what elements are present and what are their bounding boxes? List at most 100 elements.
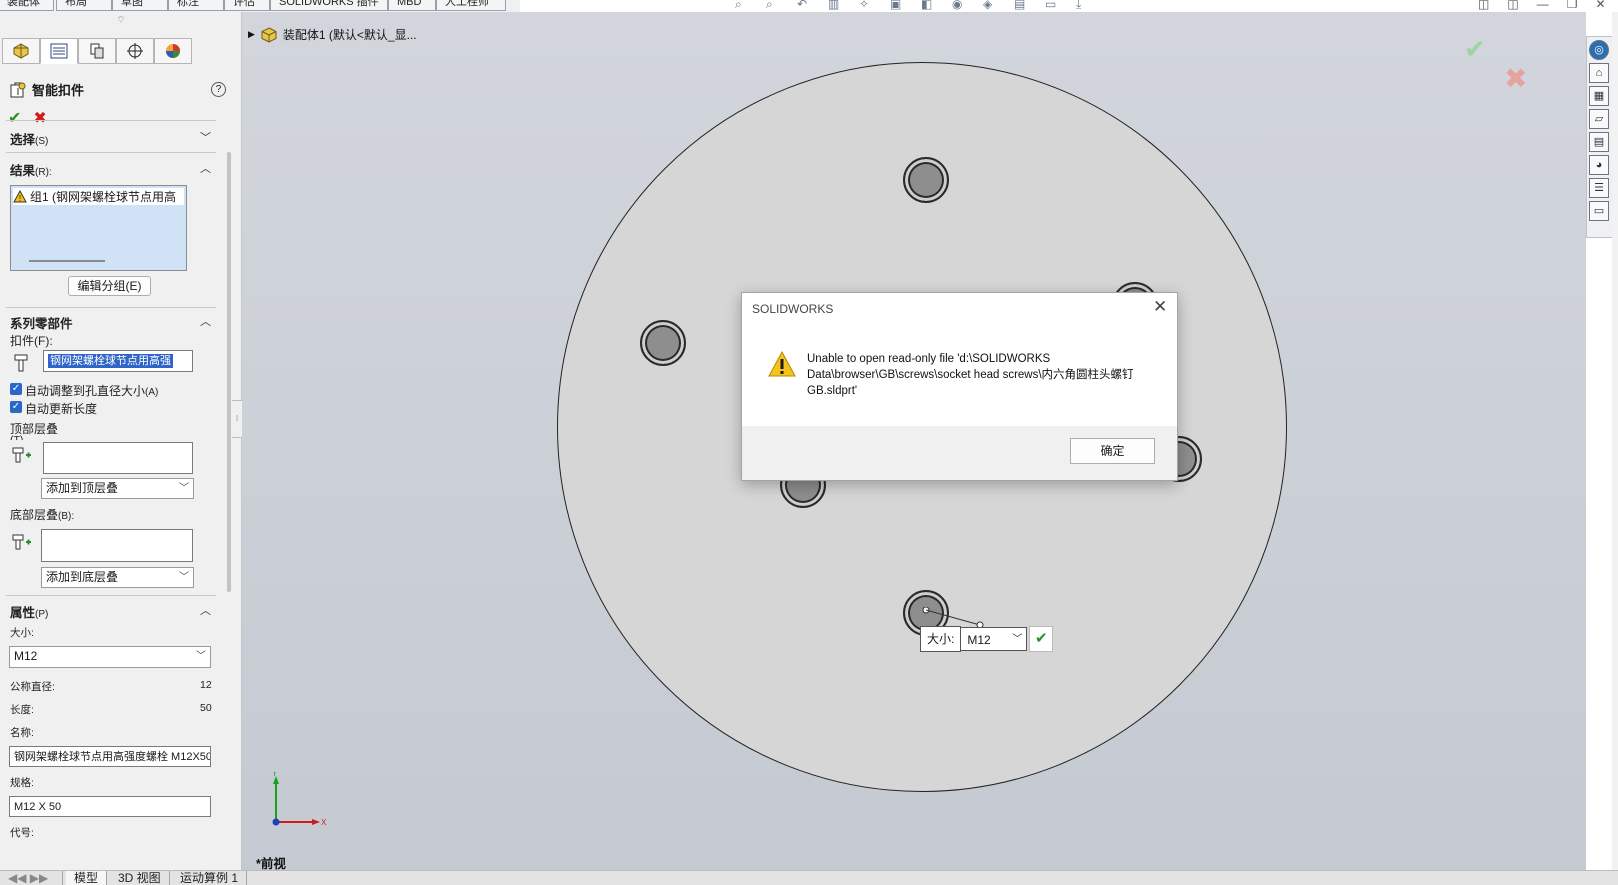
close-window-icon[interactable]: ✕: [1595, 0, 1605, 12]
help-icon[interactable]: ?: [211, 82, 226, 97]
tab-3d-views[interactable]: 3D 视图: [110, 871, 170, 885]
bottom-stack-field[interactable]: [41, 529, 193, 562]
view-orientation-label: *前视: [256, 857, 286, 870]
chevron-up-icon[interactable]: ︿: [200, 313, 211, 329]
tab-motion-study[interactable]: 运动算例 1: [172, 871, 248, 885]
property-manager-tab[interactable]: [40, 38, 78, 64]
custom-properties-icon[interactable]: ☰: [1589, 178, 1609, 198]
add-top-stack-icon[interactable]: [12, 446, 32, 464]
tile-icon[interactable]: ◫: [1507, 0, 1518, 12]
view-palette-icon[interactable]: ▤: [1589, 132, 1609, 152]
properties-section-header[interactable]: 属性(P): [10, 602, 48, 621]
tab-model[interactable]: 模型: [66, 871, 108, 885]
zoom-to-fit-icon[interactable]: ⌕: [735, 0, 751, 12]
nominal-diameter-value: 12: [200, 679, 212, 691]
confirm-corner-cancel-icon[interactable]: ✖: [1504, 62, 1527, 95]
display-pane-icon[interactable]: ⤓: [1076, 0, 1092, 12]
size-label: 大小:: [10, 627, 34, 639]
top-stack-combo[interactable]: 添加到顶层叠 ﹀: [41, 478, 194, 499]
results-list[interactable]: ! 组1 (钢网架螺栓球节点用高: [10, 185, 187, 271]
length-label: 长度:: [10, 704, 34, 716]
bottom-stack-combo[interactable]: 添加到底层叠 ﹀: [41, 567, 194, 588]
panel-vertical-scrollbar[interactable]: [227, 152, 231, 592]
horizontal-scrollbar[interactable]: [29, 260, 105, 262]
confirm-corner-ok-icon[interactable]: ✔: [1464, 34, 1486, 65]
file-explorer-icon[interactable]: ▱: [1589, 109, 1609, 129]
top-stack-field[interactable]: [43, 442, 193, 474]
size-callout-confirm-icon[interactable]: ✔: [1029, 626, 1054, 652]
assembly-name: 装配体1 (默认<默认_显...: [282, 28, 417, 42]
view-orientation-icon[interactable]: ▣: [890, 0, 906, 12]
size-callout-select[interactable]: M12 ﹀: [961, 627, 1028, 651]
tab-mbd[interactable]: MBD: [388, 0, 436, 11]
add-bottom-stack-icon[interactable]: [12, 533, 32, 551]
tab-addins[interactable]: SOLIDWORKS 插件: [270, 0, 388, 11]
chevron-up-icon[interactable]: ︿: [200, 160, 211, 176]
home-icon[interactable]: ⌂: [1589, 63, 1609, 83]
bolt-hole[interactable]: [640, 320, 686, 366]
assembly-tree-node[interactable]: ▶ 装配体1 (默认<默认_显...: [248, 26, 417, 43]
tab-assembly[interactable]: 装配体: [0, 0, 54, 11]
minimize-icon[interactable]: —: [1537, 0, 1549, 12]
code-label: 代号:: [10, 827, 34, 839]
edit-group-button[interactable]: 编辑分组(E): [68, 276, 151, 296]
fastener-label: 扣件(F):: [10, 334, 53, 348]
dialog-title: SOLIDWORKS: [752, 302, 834, 316]
chevron-down-icon[interactable]: ﹀: [200, 129, 211, 145]
fastener-field[interactable]: 钢网架螺栓球节点用高强: [43, 350, 193, 372]
auto-length-checkbox[interactable]: ✓: [10, 401, 22, 413]
bolt-hole[interactable]: [903, 157, 949, 203]
configuration-manager-tab[interactable]: [78, 38, 116, 64]
previous-view-icon[interactable]: ↶: [797, 0, 813, 12]
dimxpert-tab[interactable]: [116, 38, 154, 64]
view-settings-icon[interactable]: ▭: [1045, 0, 1061, 12]
panel-grip-icon[interactable]: ⌔: [0, 12, 242, 32]
tab-extra[interactable]: 人工桂师: [436, 0, 506, 11]
svg-text:!: !: [19, 194, 21, 203]
dialog-message: Unable to open read-only file 'd:\SOLIDW…: [807, 353, 1134, 397]
selection-section-header[interactable]: 选择(S): [10, 129, 48, 148]
chevron-down-icon: ﹀: [179, 483, 189, 494]
length-value: 50: [200, 702, 212, 714]
dynamic-annotation-icon[interactable]: ✧: [859, 0, 875, 12]
tab-evaluate[interactable]: 评估: [224, 0, 270, 11]
smart-fasteners-icon: [10, 82, 26, 97]
spec-field[interactable]: M12 X 50: [9, 796, 211, 817]
appearances-icon[interactable]: ◕: [1589, 155, 1609, 175]
edit-appearance-icon[interactable]: ◈: [983, 0, 999, 12]
close-icon[interactable]: ✕: [1153, 297, 1167, 317]
tab-scroll-arrows-icon[interactable]: ◀◀ ▶▶: [0, 871, 63, 885]
restore-pane-icon[interactable]: ◫: [1478, 0, 1489, 12]
solidworks-resources-icon[interactable]: ◎: [1589, 40, 1609, 60]
chevron-up-icon[interactable]: ︿: [200, 602, 211, 618]
zoom-area-icon[interactable]: ⌕: [766, 0, 782, 12]
ok-button[interactable]: 确定: [1070, 438, 1155, 464]
error-dialog: SOLIDWORKS ✕ Unable to open read-only fi…: [741, 292, 1178, 481]
ok-check-icon[interactable]: ✔: [8, 108, 21, 128]
cancel-x-icon[interactable]: ✖: [33, 108, 46, 128]
size-combo[interactable]: M12 ﹀: [9, 646, 211, 668]
right-edge-scrollbar[interactable]: [1612, 12, 1618, 870]
bolt-icon: [14, 354, 28, 372]
forum-icon[interactable]: ▭: [1589, 201, 1609, 221]
design-library-icon[interactable]: ▦: [1589, 86, 1609, 106]
tab-layout[interactable]: 布局: [56, 0, 112, 11]
maximize-icon[interactable]: ❐: [1567, 0, 1578, 12]
hide-show-icon[interactable]: ◉: [952, 0, 968, 12]
auto-size-checkbox[interactable]: ✓: [10, 383, 22, 395]
tab-markup[interactable]: 标注: [168, 0, 224, 11]
results-section-header[interactable]: 结果(R):: [10, 160, 52, 179]
display-manager-tab[interactable]: [154, 38, 192, 64]
apply-scene-icon[interactable]: ▤: [1014, 0, 1030, 12]
size-callout-label: 大小:: [920, 626, 962, 652]
expand-arrow-icon[interactable]: ▶: [248, 29, 255, 40]
feature-manager-tab[interactable]: [2, 38, 40, 64]
name-field[interactable]: 钢网架螺栓球节点用高强度螺栓 M12X50: [9, 746, 211, 767]
divider: [6, 595, 216, 596]
nominal-diameter-label: 公称直径:: [10, 681, 55, 693]
section-view-icon[interactable]: ▥: [828, 0, 844, 12]
list-item[interactable]: ! 组1 (钢网架螺栓球节点用高: [13, 188, 184, 205]
series-components-section-header[interactable]: 系列零部件: [10, 313, 73, 332]
display-style-icon[interactable]: ◧: [921, 0, 937, 12]
tab-sketch[interactable]: 草图: [112, 0, 168, 11]
